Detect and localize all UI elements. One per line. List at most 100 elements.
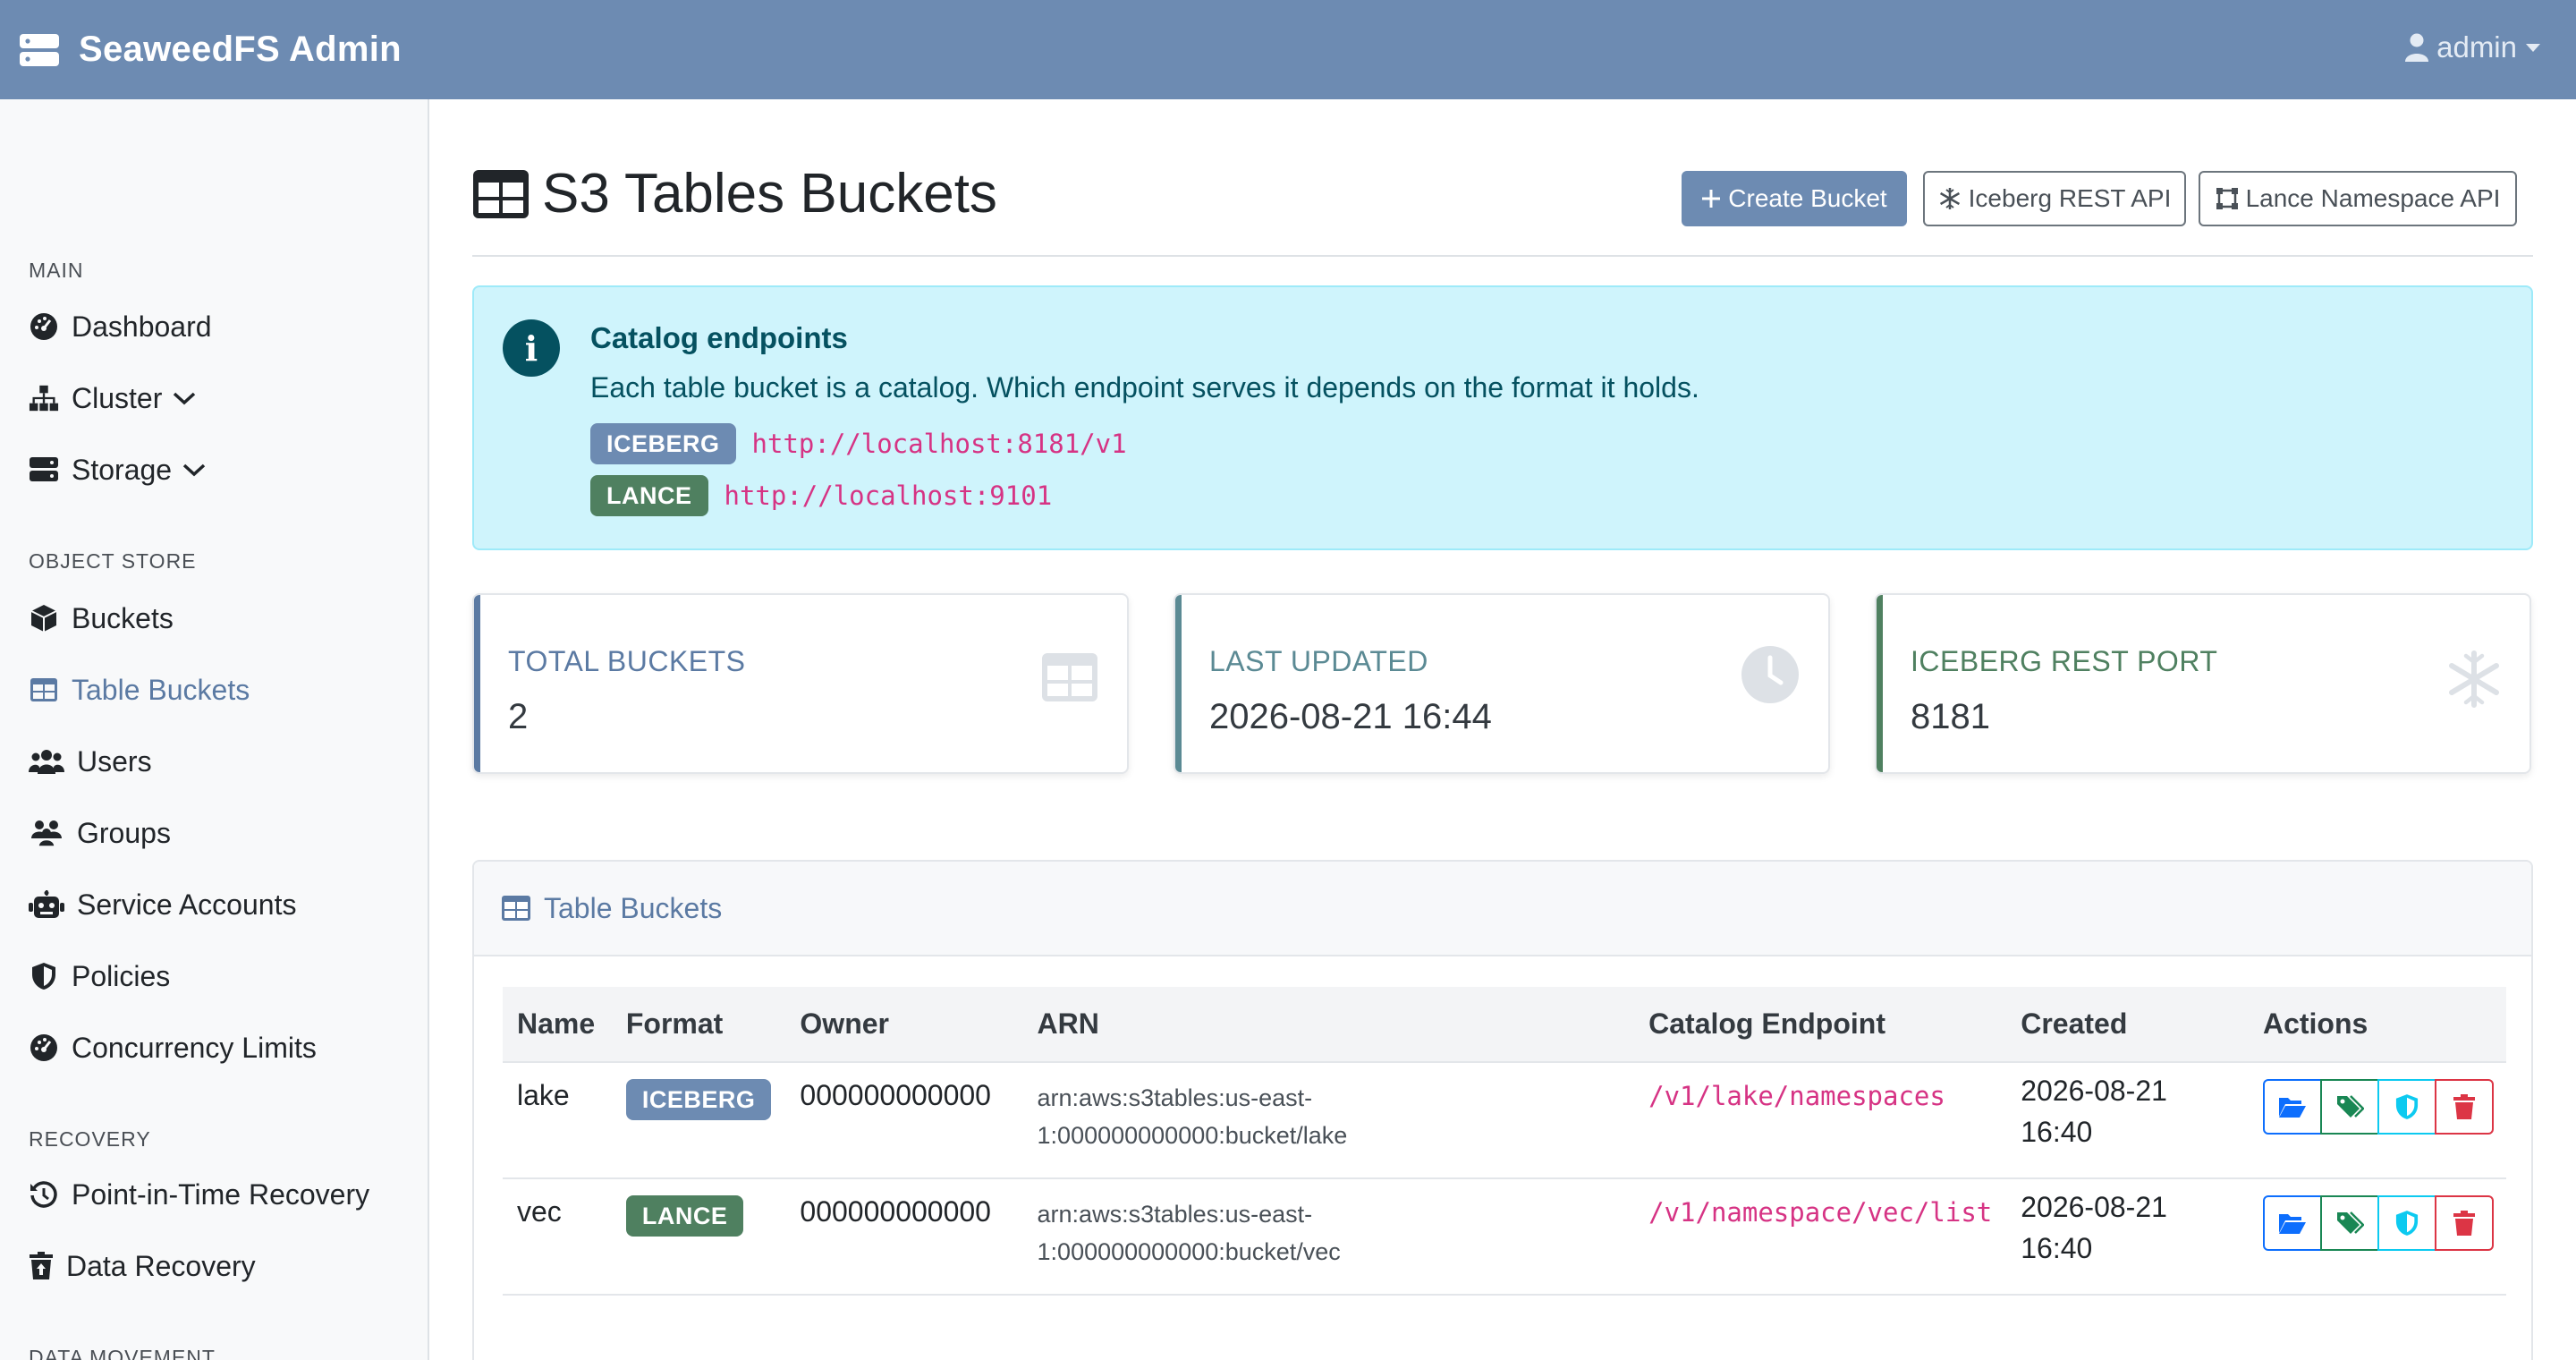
sidebar-item-label: Buckets bbox=[72, 601, 174, 634]
sidebar-item-label: Groups bbox=[77, 816, 171, 849]
owner-cell: 000000000000 bbox=[785, 1061, 1023, 1178]
sidebar-item-users[interactable]: Users bbox=[29, 740, 152, 783]
column-header: Actions bbox=[2262, 1007, 2368, 1040]
sidebar-item-storage[interactable]: Storage bbox=[29, 448, 206, 491]
brand-link[interactable]: SeaweedFS Admin bbox=[20, 30, 402, 70]
table-icon bbox=[502, 896, 530, 921]
folder-open-icon bbox=[2278, 1214, 2306, 1234]
shield-icon bbox=[2395, 1094, 2419, 1119]
clock-icon bbox=[1741, 646, 1799, 703]
owner-cell: 000000000000 bbox=[785, 1177, 1023, 1296]
alert-title: Catalog endpoints bbox=[590, 321, 848, 354]
lance-namespace-api-button[interactable]: Lance Namespace API bbox=[2199, 171, 2517, 226]
chevron-down-icon bbox=[174, 392, 196, 405]
column-header[interactable]: Owner bbox=[785, 987, 1022, 1062]
info-icon: i bbox=[503, 319, 560, 377]
sitemap-icon bbox=[29, 383, 59, 413]
table-row: vec LANCE 000000000000 arn:aws:s3tables:… bbox=[503, 1177, 2506, 1296]
user-menu[interactable]: admin bbox=[2404, 30, 2540, 64]
card-accent bbox=[1877, 595, 1883, 772]
sidebar-item-service-accounts[interactable]: Service Accounts bbox=[29, 883, 296, 926]
created-time: 16:40 bbox=[2021, 1232, 2093, 1264]
robot-icon bbox=[29, 889, 64, 920]
browse-button[interactable] bbox=[2262, 1079, 2322, 1135]
vector-square-icon bbox=[2216, 188, 2238, 209]
column-header[interactable]: Created bbox=[2006, 987, 2249, 1062]
chevron-down-icon bbox=[2526, 43, 2540, 52]
created-date: 2026-08-21 bbox=[2021, 1191, 2167, 1223]
bucket-name[interactable]: vec bbox=[503, 1177, 612, 1296]
column-header[interactable]: Format bbox=[612, 987, 786, 1062]
endpoint-url: http://localhost:8181/v1 bbox=[751, 429, 1127, 459]
sidebar-item-dashboard[interactable]: Dashboard bbox=[29, 305, 212, 348]
snowflake-icon bbox=[2449, 650, 2499, 708]
stat-value: 2 bbox=[508, 697, 529, 736]
column-header[interactable]: Name bbox=[503, 987, 612, 1062]
column-header[interactable]: Catalog Endpoint bbox=[1634, 987, 2006, 1062]
endpoint-url: /v1/namespace/vec/list bbox=[1648, 1197, 1993, 1228]
stat-value: 2026-08-21 16:44 bbox=[1209, 697, 1492, 736]
card-accent bbox=[474, 595, 480, 772]
card-accent bbox=[1175, 595, 1182, 772]
arn-cell: arn:aws:s3tables:us-east- 1:000000000000… bbox=[1022, 1177, 1635, 1296]
page-title-text: S3 Tables Buckets bbox=[542, 163, 997, 225]
sidebar-heading-recovery: RECOVERY bbox=[29, 1127, 151, 1151]
shield-icon bbox=[29, 961, 59, 991]
column-header[interactable]: ARN bbox=[1023, 987, 1635, 1062]
tags-icon bbox=[2336, 1095, 2364, 1118]
stat-label: ICEBERG REST PORT bbox=[1911, 645, 2218, 677]
create-bucket-button[interactable]: Create Bucket bbox=[1682, 171, 1907, 226]
server-icon bbox=[29, 455, 59, 485]
sidebar-item-cluster[interactable]: Cluster bbox=[29, 377, 196, 420]
history-icon bbox=[29, 1179, 59, 1210]
stat-card-total-buckets: TOTAL BUCKETS 2 bbox=[472, 593, 1129, 774]
actions-cell bbox=[2248, 1177, 2506, 1296]
trash-icon bbox=[2453, 1211, 2475, 1236]
sidebar-item-label: Policies bbox=[72, 959, 171, 992]
sidebar-item-label: Service Accounts bbox=[77, 888, 297, 921]
sidebar-heading-data-movement: DATA MOVEMENT bbox=[29, 1346, 216, 1360]
created-time: 16:40 bbox=[2021, 1116, 2093, 1148]
format-cell: LANCE bbox=[611, 1177, 786, 1296]
iceberg-rest-api-button[interactable]: Iceberg REST API bbox=[1923, 171, 2186, 226]
arn-cell: arn:aws:s3tables:us-east- 1:000000000000… bbox=[1022, 1061, 1635, 1178]
arn-line: 1:000000000000:bucket/lake bbox=[1037, 1122, 1348, 1149]
delete-button[interactable] bbox=[2434, 1079, 2494, 1135]
sidebar-item-data-recovery[interactable]: Data Recovery bbox=[29, 1245, 256, 1288]
sidebar-heading-main: MAIN bbox=[29, 259, 84, 282]
top-navbar: SeaweedFS Admin admin bbox=[0, 0, 2576, 99]
browse-button[interactable] bbox=[2262, 1195, 2322, 1251]
sidebar-item-label: Data Recovery bbox=[66, 1249, 256, 1282]
sidebar-item-point-in-time-recovery[interactable]: Point-in-Time Recovery bbox=[29, 1173, 369, 1216]
arn-line: 1:000000000000:bucket/vec bbox=[1037, 1238, 1341, 1265]
stat-card-iceberg-rest-port: ICEBERG REST PORT 8181 bbox=[1875, 593, 2531, 774]
sidebar-heading-object-store: OBJECT STORE bbox=[29, 549, 197, 573]
sidebar-item-groups[interactable]: Groups bbox=[29, 812, 171, 854]
trash-restore-icon bbox=[29, 1251, 54, 1281]
sidebar-item-label: Point-in-Time Recovery bbox=[72, 1177, 370, 1211]
table-icon bbox=[1042, 653, 1097, 701]
sidebar-item-label: Cluster bbox=[72, 381, 163, 414]
sidebar-item-policies[interactable]: Policies bbox=[29, 955, 170, 998]
sidebar-item-concurrency-limits[interactable]: Concurrency Limits bbox=[29, 1026, 317, 1069]
sidebar-item-table-buckets[interactable]: Table Buckets bbox=[29, 668, 250, 711]
table-icon bbox=[473, 169, 529, 218]
tags-button[interactable] bbox=[2319, 1079, 2379, 1135]
folder-open-icon bbox=[2278, 1098, 2306, 1118]
stat-label: LAST UPDATED bbox=[1209, 645, 1428, 677]
card-header: Table Buckets bbox=[474, 862, 2531, 956]
cube-icon bbox=[29, 603, 59, 633]
alert-text: Each table bucket is a catalog. Which en… bbox=[590, 371, 1699, 404]
bucket-name[interactable]: lake bbox=[503, 1061, 612, 1178]
tags-button[interactable] bbox=[2319, 1195, 2379, 1251]
delete-button[interactable] bbox=[2434, 1195, 2494, 1251]
policy-button[interactable] bbox=[2377, 1079, 2436, 1135]
sidebar-item-buckets[interactable]: Buckets bbox=[29, 597, 174, 640]
card-title: Table Buckets bbox=[544, 891, 723, 924]
format-badge: ICEBERG bbox=[625, 1079, 772, 1120]
table-header-row: Name Format Owner ARN Catalog Endpoint C… bbox=[503, 987, 2506, 1062]
created-date: 2026-08-21 bbox=[2021, 1075, 2167, 1107]
endpoint-cell: /v1/namespace/vec/list bbox=[1634, 1177, 2007, 1296]
policy-button[interactable] bbox=[2377, 1195, 2436, 1251]
shield-icon bbox=[2395, 1211, 2419, 1236]
